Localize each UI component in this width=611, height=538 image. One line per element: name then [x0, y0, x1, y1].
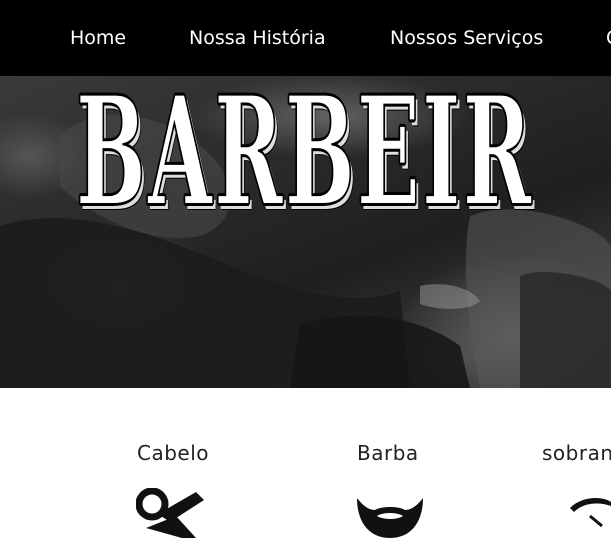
nav-link-contato[interactable]: C [606, 27, 611, 49]
hero-title-logo: BARBEIR [75, 76, 534, 240]
scissors-icon [136, 488, 204, 538]
hero-banner: BARBEIR [0, 76, 611, 388]
eyebrow-icon [570, 498, 611, 528]
top-navigation: Home Nossa História Nossos Serviços C [0, 0, 611, 76]
nav-link-nossa-historia[interactable]: Nossa História [189, 27, 326, 49]
nav-link-home[interactable]: Home [70, 27, 126, 49]
nav-link-nossos-servicos[interactable]: Nossos Serviços [390, 27, 543, 49]
services-section: Cabelo Barba sobrancelha [0, 388, 611, 538]
service-title-barba: Barba [357, 441, 419, 465]
beard-icon [357, 498, 423, 538]
service-title-sobrancelha: sobrancelha [542, 441, 611, 465]
service-title-cabelo: Cabelo [137, 441, 210, 465]
